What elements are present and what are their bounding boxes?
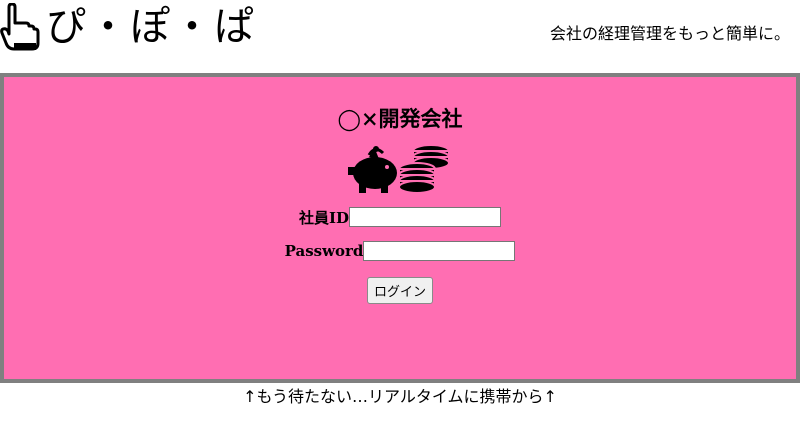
company-name: ◯×開発会社 [337,106,463,131]
password-row: Password [4,239,796,263]
logo-text: ぴ・ぽ・ぱ [46,4,256,50]
employee-id-label: 社員ID [298,208,350,227]
logo[interactable]: ぴ・ぽ・ぱ [0,2,256,52]
login-button[interactable]: ログイン [366,277,433,304]
employee-id-field[interactable] [349,207,502,227]
footer-text: ↑もう待たない…リアルタイムに携帯から↑ [243,387,557,406]
employee-id-row: 社員ID [4,205,796,229]
password-label: Password [284,242,364,260]
password-field[interactable] [363,241,516,261]
piggy-bank-coins-icon [4,143,796,195]
login-button-wrap: ログイン [4,277,796,304]
login-panel: ◯×開発会社 社員ID Password ログイン [0,73,800,383]
tagline: 会社の経理管理をもっと簡単に。 [549,24,790,43]
site-header: ぴ・ぽ・ぱ 会社の経理管理をもっと簡単に。 [0,0,800,72]
pointing-hand-icon [0,2,40,51]
